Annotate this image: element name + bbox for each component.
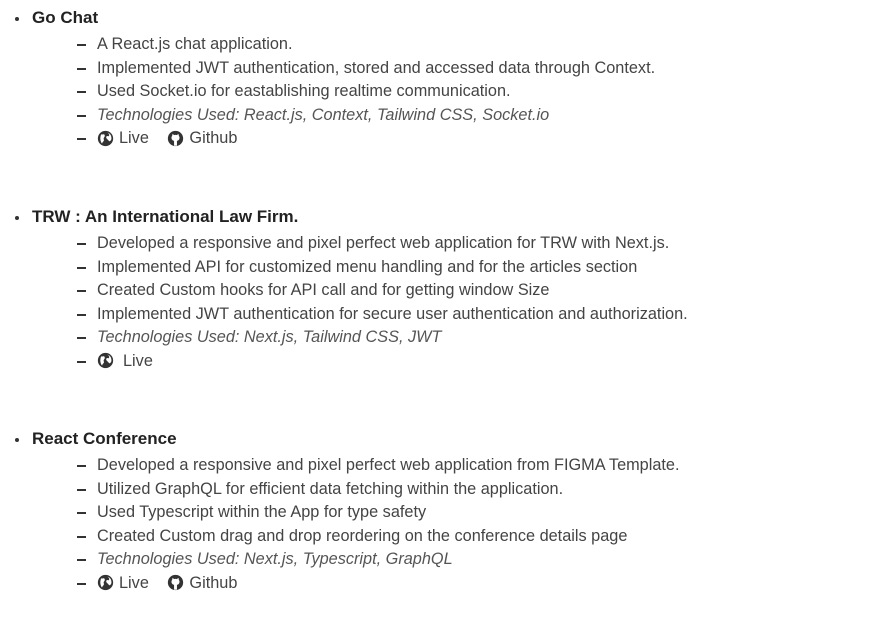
list-item: Created Custom hooks for API call and fo… [0,279,895,303]
project-details: Developed a responsive and pixel perfect… [0,232,895,374]
project-header: TRW : An International Law Firm. [0,206,895,232]
project-header: React Conference [0,428,895,454]
bullet [15,216,19,220]
dash [77,266,86,269]
list-item: Used Socket.io for eastablishing realtim… [0,80,895,104]
item-text: Implemented JWT authentication, stored a… [97,58,656,77]
item-text: Developed a responsive and pixel perfect… [97,456,680,474]
project-details: Developed a responsive and pixel perfect… [0,454,895,596]
list-item: Technologies Used: React.js, Context, Ta… [0,104,895,128]
live-link[interactable]: Live [97,350,153,372]
dash [77,243,86,245]
github-link[interactable]: Github [167,127,237,149]
dash [77,313,86,316]
list-item: Developed a responsive and pixel perfect… [0,454,895,478]
globe-icon [97,574,114,591]
list-item: Technologies Used: Next.js, Tailwind CSS… [0,326,895,350]
dash [77,138,86,141]
live-link-label: Live [119,129,149,148]
github-link-label: Github [189,573,238,592]
projects-section: Go Chat A React.js chat application. Imp… [0,0,895,622]
dash [77,512,86,515]
list-item: Implemented JWT authentication for secur… [0,303,895,327]
links-row: Live [97,350,167,376]
links-item: Live Github [0,572,895,596]
live-link-label: Live [119,573,149,592]
project-title: TRW : An International Law Firm. [32,207,299,226]
github-link[interactable]: Github [167,572,237,594]
links-item: Live Github [0,127,895,151]
dash [77,337,86,340]
item-text: Utilized GraphQL for efficient data fetc… [97,479,564,498]
item-text: Created Custom hooks for API call and fo… [97,281,550,300]
list-item: Developed a responsive and pixel perfect… [0,232,895,256]
live-link[interactable]: Live [97,127,149,149]
bullet [15,438,19,442]
list-item: Implemented JWT authentication, stored a… [0,57,895,81]
project-react-conference: React Conference Developed a responsive … [0,428,895,596]
project-details: A React.js chat application. Implemented… [0,33,895,151]
project-trw: TRW : An International Law Firm. Develop… [0,206,895,374]
item-text: Used Typescript within the App for type … [97,503,427,522]
links-row: Live Github [97,572,251,598]
links-row: Live Github [97,127,251,153]
item-text: Implemented API for customized menu hand… [97,257,638,276]
dash [77,360,86,363]
list-item: Used Typescript within the App for type … [0,501,895,525]
item-text: Implemented JWT authentication for secur… [97,304,688,323]
project-title: Go Chat [32,8,99,27]
item-text: A React.js chat application. [97,35,293,53]
list-item: Implemented API for customized menu hand… [0,256,895,280]
links-item: Live [0,350,895,374]
item-text: Developed a responsive and pixel perfect… [97,234,670,252]
dash [77,290,86,293]
globe-icon [97,130,114,147]
dash [77,114,86,117]
dash [77,535,86,538]
dash [77,488,86,491]
list-item: Utilized GraphQL for efficient data fetc… [0,478,895,502]
item-text: Used Socket.io for eastablishing realtim… [97,82,511,101]
project-go-chat: Go Chat A React.js chat application. Imp… [0,7,895,151]
bullet [15,17,19,21]
dash [77,44,86,46]
github-link-label: Github [189,129,238,148]
technologies-text: Technologies Used: Next.js, Typescript, … [97,550,453,569]
technologies-text: Technologies Used: Next.js, Tailwind CSS… [97,328,442,347]
project-title: React Conference [32,429,177,448]
project-header: Go Chat [0,7,895,33]
dash [77,582,86,585]
dash [77,465,86,467]
list-item: A React.js chat application. [0,33,895,57]
list-item: Technologies Used: Next.js, Typescript, … [0,548,895,572]
github-icon [167,574,184,591]
github-icon [167,130,184,147]
live-link-label: Live [123,351,153,370]
dash [77,91,86,94]
live-link[interactable]: Live [97,572,149,594]
item-text: Created Custom drag and drop reordering … [97,526,628,545]
globe-icon [97,352,114,369]
technologies-text: Technologies Used: React.js, Context, Ta… [97,105,550,124]
dash [77,559,86,562]
list-item: Created Custom drag and drop reordering … [0,525,895,549]
dash [77,67,86,70]
